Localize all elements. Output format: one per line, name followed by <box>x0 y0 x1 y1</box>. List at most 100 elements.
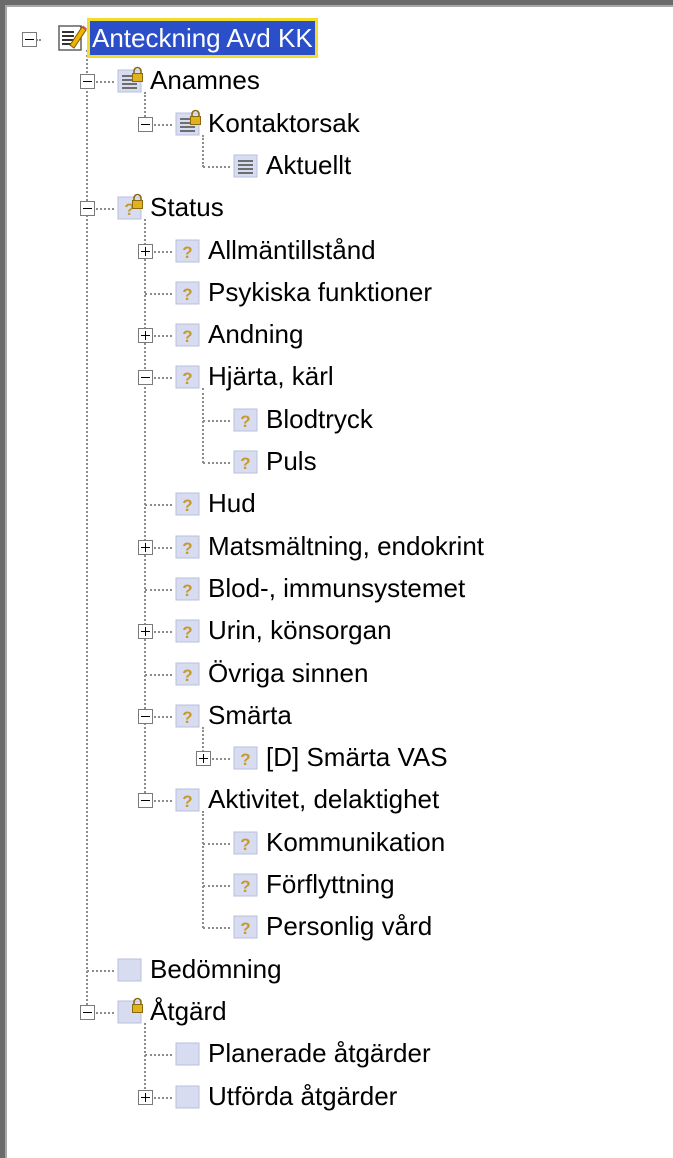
svg-text:?: ? <box>240 877 250 896</box>
tree-node-label[interactable]: Psykiska funktioner <box>206 275 434 309</box>
svg-text:?: ? <box>240 412 250 431</box>
collapse-toggle-status[interactable] <box>80 201 95 217</box>
tree-node-hud[interactable]: ? Hud <box>0 482 673 524</box>
tree-node-label[interactable]: Förflyttning <box>264 867 397 901</box>
blank-node-icon <box>174 1081 203 1110</box>
svg-text:?: ? <box>182 792 192 811</box>
expand-toggle-utforda-atgarder[interactable] <box>138 1089 153 1105</box>
tree-node-aktivitet-delaktighet[interactable]: ? Aktivitet, delaktighet <box>0 778 673 820</box>
collapse-toggle-aktivitet-delaktighet[interactable] <box>138 793 153 809</box>
tree-node-label[interactable]: Hud <box>206 486 258 520</box>
tree-node-label[interactable]: Hjärta, kärl <box>206 359 336 393</box>
question-icon: ? <box>174 531 203 560</box>
tree-node-label[interactable]: Kontaktorsak <box>206 106 362 140</box>
tree-node-puls[interactable]: ? Puls <box>0 440 673 482</box>
tree-connector <box>87 969 114 972</box>
tree-node-smarta[interactable]: ? Smärta <box>0 694 673 736</box>
tree-node-andning[interactable]: ? Andning <box>0 313 673 355</box>
tree-node-label[interactable]: Planerade åtgärder <box>206 1036 433 1070</box>
tree-node-ovriga-sinnen[interactable]: ? Övriga sinnen <box>0 652 673 694</box>
tree-node-kommunikation[interactable]: ? Kommunikation <box>0 821 673 863</box>
question-icon: ? <box>174 488 203 517</box>
question-icon: ? <box>174 235 203 264</box>
tree-node-label[interactable]: Andning <box>206 317 305 351</box>
question-icon: ? <box>174 615 203 644</box>
tree-node-aktuellt[interactable]: Aktuellt <box>0 144 673 186</box>
question-icon: ? <box>174 361 203 390</box>
expand-toggle-urin-konsorgan[interactable] <box>138 624 153 640</box>
tree-node-label[interactable]: Kommunikation <box>264 825 447 859</box>
tree-node-label[interactable]: Smärta <box>206 698 294 732</box>
tree-node-personlig-vard[interactable]: ? Personlig vård <box>0 905 673 947</box>
question-icon: ? <box>232 869 261 898</box>
svg-text:?: ? <box>182 243 192 262</box>
tree-node-matsmaltning-endokrint[interactable]: ? Matsmältning, endokrint <box>0 525 673 567</box>
tree-node-label[interactable]: Bedömning <box>148 952 284 986</box>
tree-connector <box>145 1054 172 1057</box>
collapse-toggle-anteckning-avd-kk[interactable] <box>22 32 37 47</box>
expand-toggle-allmantillstand[interactable] <box>138 243 153 259</box>
question-icon: ? <box>232 446 261 475</box>
tree-node-label[interactable]: Urin, könsorgan <box>206 613 394 647</box>
tree-node-kontaktorsak[interactable]: Kontaktorsak <box>0 102 673 144</box>
tree-node-label[interactable]: Blodtryck <box>264 402 375 436</box>
expand-toggle-matsmaltning-endokrint[interactable] <box>138 539 153 555</box>
tree-node-label[interactable]: Utförda åtgärder <box>206 1079 399 1113</box>
tree-node-label[interactable]: Aktivitet, delaktighet <box>206 782 441 816</box>
collapse-toggle-kontaktorsak[interactable] <box>138 116 153 132</box>
tree-node-allmantillstand[interactable]: ? Allmäntillstånd <box>0 229 673 271</box>
locked-document-icon <box>116 65 145 94</box>
collapse-toggle-atgard[interactable] <box>80 1004 95 1020</box>
collapse-toggle-smarta[interactable] <box>138 708 153 724</box>
svg-text:?: ? <box>240 454 250 473</box>
tree-connector <box>203 842 230 845</box>
tree-node-blodtryck[interactable]: ? Blodtryck <box>0 398 673 440</box>
tree-connector <box>145 292 172 295</box>
tree-node-label[interactable]: Personlig vård <box>264 909 434 943</box>
tree-node-label[interactable]: Aktuellt <box>264 148 353 182</box>
tree-node-label[interactable]: Anteckning Avd KK <box>87 18 318 58</box>
tree-node-d-smarta-vas[interactable]: ? [D] Smärta VAS <box>0 736 673 778</box>
tree-panel: Anteckning Avd KK Anamnes Kontaktorsak Aktu… <box>0 0 673 1158</box>
tree-connector <box>203 927 230 930</box>
tree-node-forflyttning[interactable]: ? Förflyttning <box>0 863 673 905</box>
tree-node-anamnes[interactable]: Anamnes <box>0 59 673 101</box>
svg-text:?: ? <box>182 623 192 642</box>
collapse-toggle-anamnes[interactable] <box>80 74 95 90</box>
tree-node-label[interactable]: Övriga sinnen <box>206 656 370 690</box>
tree-node-bedomning[interactable]: Bedömning <box>0 948 673 990</box>
svg-text:?: ? <box>182 708 192 727</box>
tree-node-status[interactable]: ? Status <box>0 186 673 228</box>
tree-node-label[interactable]: Anamnes <box>148 63 262 97</box>
collapse-toggle-hjarta-karl[interactable] <box>138 370 153 386</box>
tree-node-label[interactable]: Allmäntillstånd <box>206 233 378 267</box>
tree-node-planerade-atgarder[interactable]: Planerade åtgärder <box>0 1032 673 1074</box>
svg-text:?: ? <box>240 919 250 938</box>
tree-node-atgard[interactable]: Åtgärd <box>0 990 673 1032</box>
tree-node-utforda-atgarder[interactable]: Utförda åtgärder <box>0 1075 673 1117</box>
tree-node-label[interactable]: Matsmältning, endokrint <box>206 529 486 563</box>
tree-node-urin-konsorgan[interactable]: ? Urin, könsorgan <box>0 609 673 651</box>
question-icon: ? <box>232 827 261 856</box>
tree-node-anteckning-avd-kk[interactable]: Anteckning Avd KK <box>0 17 673 59</box>
svg-text:?: ? <box>182 666 192 685</box>
locked-question-icon: ? <box>116 192 145 221</box>
svg-text:?: ? <box>240 750 250 769</box>
question-icon: ? <box>232 742 261 771</box>
expand-toggle-d-smarta-vas[interactable] <box>196 751 211 767</box>
tree-node-hjarta-karl[interactable]: ? Hjärta, kärl <box>0 355 673 397</box>
tree-node-label[interactable]: [D] Smärta VAS <box>264 740 450 774</box>
question-icon: ? <box>174 658 203 687</box>
tree-node-label[interactable]: Åtgärd <box>148 994 229 1028</box>
tree-node-label[interactable]: Blod-, immunsystemet <box>206 571 467 605</box>
tree-node-blod-immunsystemet[interactable]: ? Blod-, immunsystemet <box>0 567 673 609</box>
tree-node-label[interactable]: Puls <box>264 444 319 478</box>
question-icon: ? <box>174 573 203 602</box>
note-tree: Anteckning Avd KK Anamnes Kontaktorsak Aktu… <box>0 0 673 1158</box>
blank-node-icon <box>116 954 145 983</box>
question-icon: ? <box>174 319 203 348</box>
tree-node-label[interactable]: Status <box>148 190 226 224</box>
tree-node-psykiska-funktioner[interactable]: ? Psykiska funktioner <box>0 271 673 313</box>
expand-toggle-andning[interactable] <box>138 328 153 344</box>
svg-text:?: ? <box>182 581 192 600</box>
